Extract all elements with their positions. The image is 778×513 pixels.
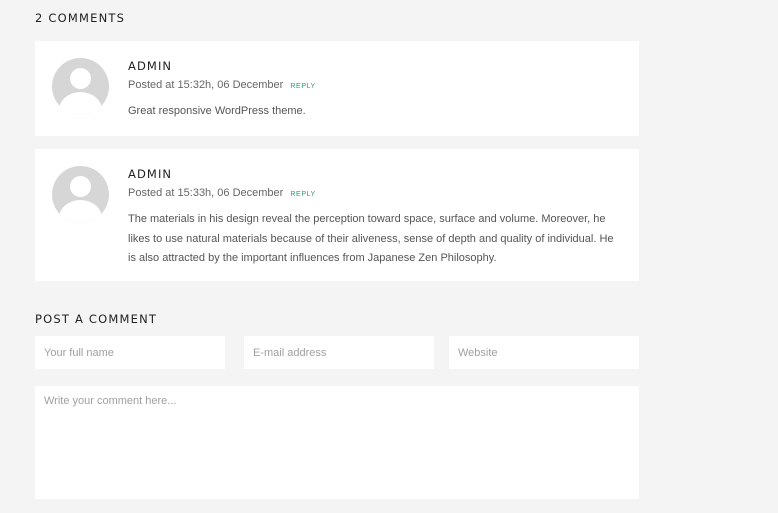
comment-author: ADMIN <box>128 167 173 181</box>
avatar-icon <box>52 166 109 223</box>
reply-link[interactable]: REPLY <box>290 83 315 90</box>
avatar-head <box>70 68 91 89</box>
post-comment-heading: POST A COMMENT <box>35 312 158 326</box>
reply-link[interactable]: REPLY <box>290 191 315 198</box>
comments-count-heading: 2 COMMENTS <box>35 11 126 25</box>
avatar-icon <box>52 58 109 115</box>
comment-date: Posted at 15:32h, 06 December <box>128 79 284 91</box>
email-input[interactable] <box>244 336 434 369</box>
comment-text: Great responsive WordPress theme. <box>128 105 306 117</box>
comment-author: ADMIN <box>128 59 173 73</box>
comment-text: The materials in his design reveal the p… <box>128 213 614 264</box>
comment-date: Posted at 15:33h, 06 December <box>128 187 284 199</box>
comment-card: ADMIN Posted at 15:32h, 06 December REPL… <box>35 41 639 136</box>
comment-content: ADMIN Posted at 15:33h, 06 December REPL… <box>128 167 621 269</box>
full-name-input[interactable] <box>35 336 225 369</box>
comment-meta: Posted at 15:32h, 06 December REPLY <box>128 78 621 94</box>
avatar-body <box>59 92 102 115</box>
avatar-head <box>70 176 91 197</box>
comment-card: ADMIN Posted at 15:33h, 06 December REPL… <box>35 149 639 281</box>
avatar-body <box>59 200 102 223</box>
website-input[interactable] <box>449 336 639 369</box>
comment-meta: Posted at 15:33h, 06 December REPLY <box>128 186 621 202</box>
comment-content: ADMIN Posted at 15:32h, 06 December REPL… <box>128 59 621 122</box>
comment-textarea[interactable] <box>35 386 639 499</box>
